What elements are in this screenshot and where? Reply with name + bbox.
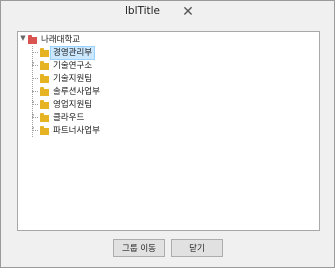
expand-chevron-right-icon[interactable]: › xyxy=(29,98,37,106)
expand-chevron-right-icon[interactable]: › xyxy=(29,111,37,119)
tree-node-label: 솔루션사업부 xyxy=(53,87,100,97)
folder-yellow-icon xyxy=(40,87,49,96)
folder-yellow-icon xyxy=(40,48,49,57)
tree-node-label: 파트너사업부 xyxy=(53,126,100,136)
close-button[interactable]: 닫기 xyxy=(171,239,223,257)
folder-yellow-icon xyxy=(40,74,49,83)
move-group-button[interactable]: 그룹 이동 xyxy=(113,239,165,257)
tree-node-label: 영업지원팀 xyxy=(53,100,93,110)
folder-yellow-icon xyxy=(40,113,49,122)
expand-chevron-down-icon[interactable]: ▼ xyxy=(19,34,27,42)
tree-connector xyxy=(32,78,38,79)
folder-yellow-icon xyxy=(40,126,49,135)
expand-chevron-right-icon[interactable]: › xyxy=(29,124,37,132)
title-bar: lblTitle ✕ xyxy=(1,1,334,23)
dialog-body: ▼ 나래대학교 경영관리부 › 기술연구소 기술지원팀 솔루션사업부 › 영업지… xyxy=(1,23,334,267)
folder-yellow-icon xyxy=(40,100,49,109)
tree-node-label: 기술연구소 xyxy=(53,61,93,71)
expand-chevron-right-icon[interactable]: › xyxy=(29,59,37,67)
tree-node-label: 나래대학교 xyxy=(41,35,81,45)
dialog-window: lblTitle ✕ ▼ 나래대학교 경영관리부 › 기술연구소 기술지원팀 솔… xyxy=(0,0,335,268)
tree-connector xyxy=(32,52,38,53)
tree-connector xyxy=(32,91,38,92)
tree-node-label: 기술지원팀 xyxy=(53,74,93,84)
tree-node-label: 클라우드 xyxy=(53,113,85,123)
window-title: lblTitle xyxy=(125,5,161,17)
folder-yellow-icon xyxy=(40,61,49,70)
folder-red-icon xyxy=(28,35,37,44)
tree-node-label: 경영관리부 xyxy=(49,46,96,60)
org-tree-view[interactable]: ▼ 나래대학교 경영관리부 › 기술연구소 기술지원팀 솔루션사업부 › 영업지… xyxy=(17,31,320,231)
close-icon[interactable]: ✕ xyxy=(179,3,197,21)
